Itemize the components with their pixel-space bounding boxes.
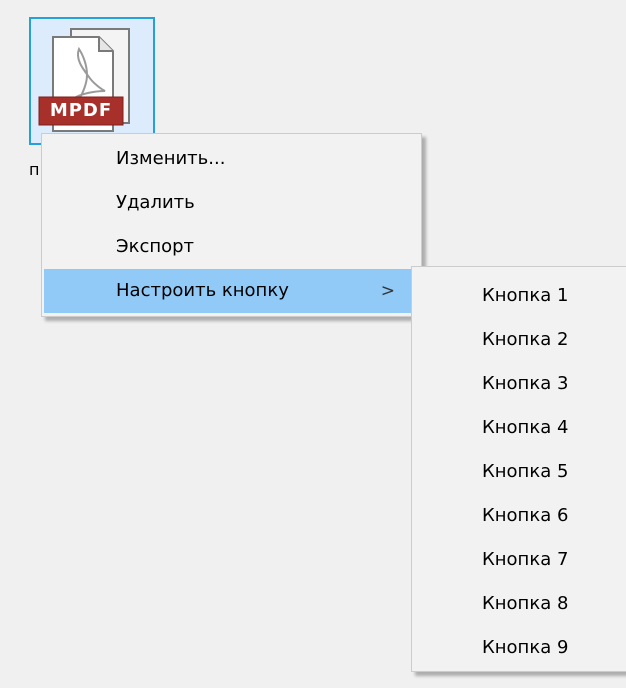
submenu-buttons: Кнопка 1 Кнопка 2 Кнопка 3 Кнопка 4 Кноп… xyxy=(411,266,626,672)
menu-item-label: Настроить кнопку xyxy=(116,280,289,301)
file-icon-selected[interactable]: MPDF xyxy=(29,17,155,145)
menu-item-configure-button[interactable]: Настроить кнопку > xyxy=(44,269,419,313)
pdf-badge-text: MPDF xyxy=(49,100,113,121)
desktop-area: MPDF п Изменить... Удалить Экспорт Настр… xyxy=(0,0,626,688)
submenu-item-button-2[interactable]: Кнопка 2 xyxy=(412,318,626,362)
menu-item-edit[interactable]: Изменить... xyxy=(44,137,419,181)
submenu-item-button-7[interactable]: Кнопка 7 xyxy=(412,538,626,582)
submenu-item-button-4[interactable]: Кнопка 4 xyxy=(412,406,626,450)
submenu-item-button-8[interactable]: Кнопка 8 xyxy=(412,582,626,626)
submenu-item-button-3[interactable]: Кнопка 3 xyxy=(412,362,626,406)
chevron-right-icon: > xyxy=(380,281,395,301)
submenu-item-button-1[interactable]: Кнопка 1 xyxy=(412,274,626,318)
menu-item-delete[interactable]: Удалить xyxy=(44,181,419,225)
file-name-label: п xyxy=(29,160,40,179)
menu-item-label: Изменить... xyxy=(116,148,226,169)
menu-item-label: Удалить xyxy=(116,192,195,213)
submenu-item-button-6[interactable]: Кнопка 6 xyxy=(412,494,626,538)
menu-item-export[interactable]: Экспорт xyxy=(44,225,419,269)
submenu-item-button-5[interactable]: Кнопка 5 xyxy=(412,450,626,494)
submenu-item-button-9[interactable]: Кнопка 9 xyxy=(412,626,626,670)
menu-item-label: Экспорт xyxy=(116,236,195,257)
context-menu: Изменить... Удалить Экспорт Настроить кн… xyxy=(41,133,422,317)
